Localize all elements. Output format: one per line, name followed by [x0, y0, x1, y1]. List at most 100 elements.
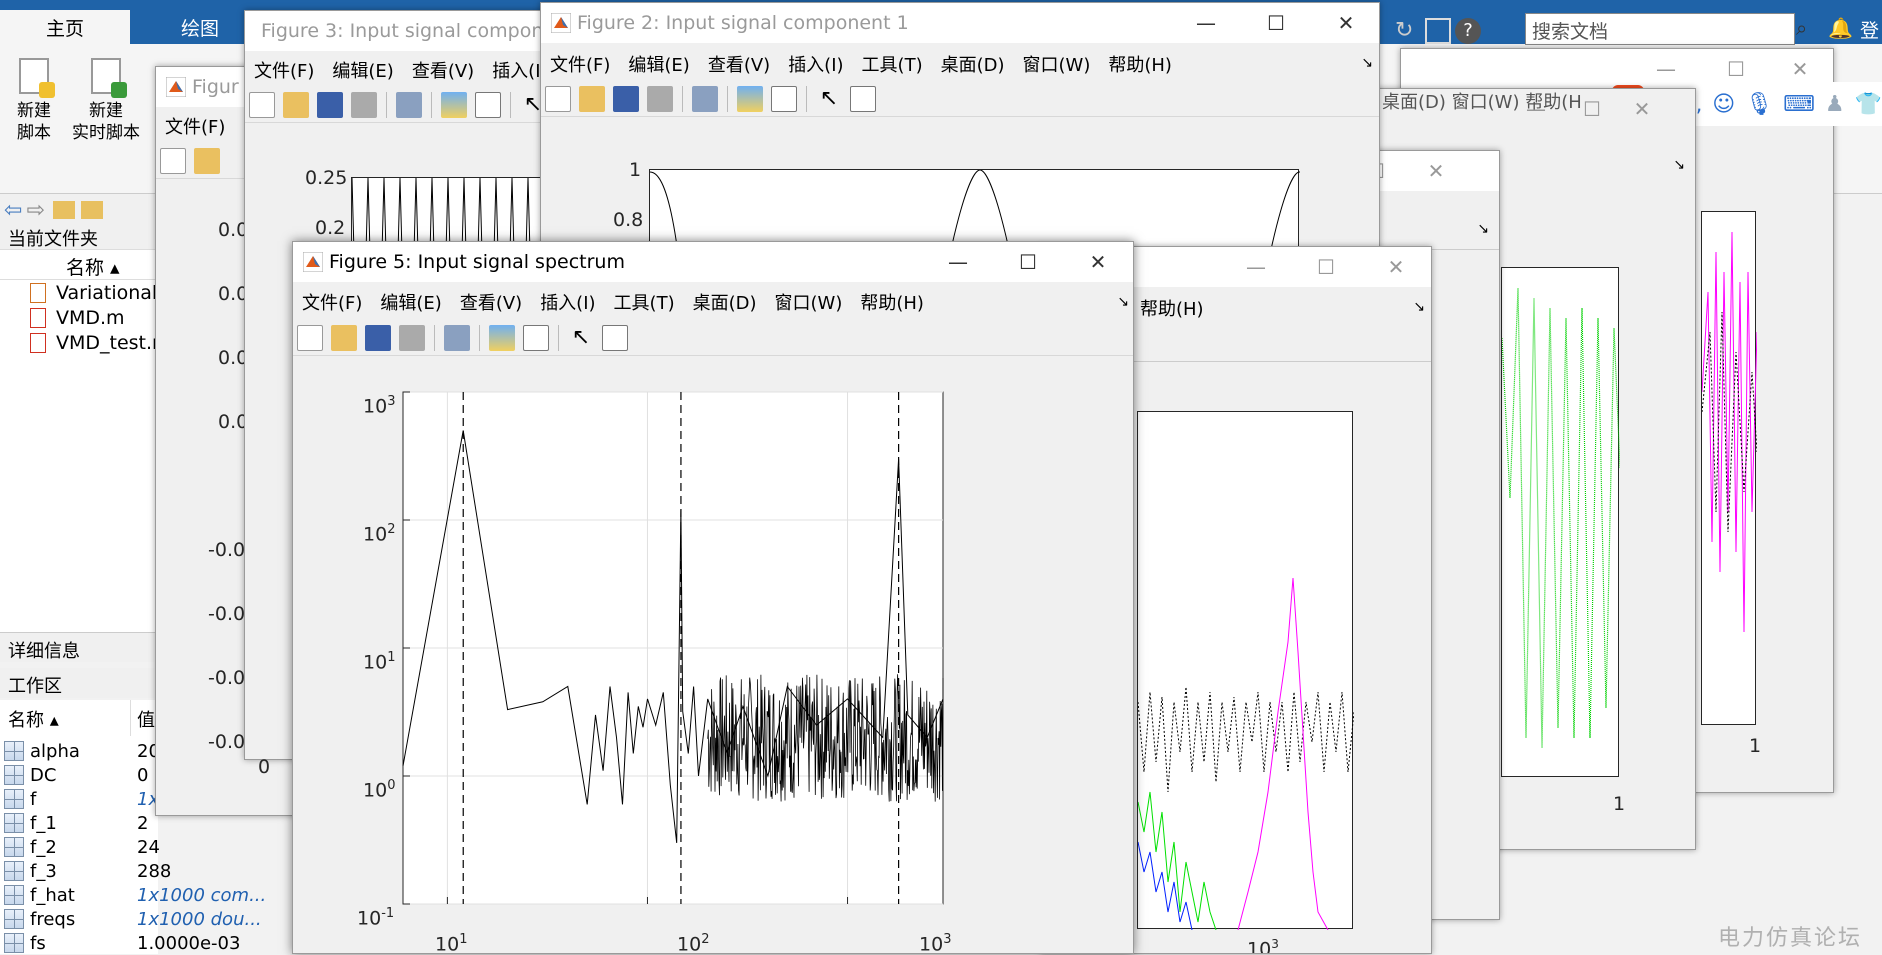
maximize-button[interactable]: ☐ [993, 242, 1063, 282]
close-button[interactable]: ✕ [1607, 89, 1677, 129]
dock-arrow-icon[interactable]: ↘ [1673, 157, 1685, 173]
legend-icon[interactable] [771, 85, 797, 112]
spectrum-plot[interactable] [293, 356, 1134, 954]
property-inspector-icon[interactable] [602, 324, 628, 351]
dock-arrow-icon[interactable]: ↘ [1117, 294, 1129, 310]
browse-folder-icon[interactable] [80, 201, 103, 219]
emoji-icon[interactable]: ☺ [1712, 92, 1735, 117]
menu-item[interactable]: 查看(V) [699, 51, 779, 77]
plot-axes[interactable] [1137, 411, 1355, 931]
menu-item[interactable]: 帮助(H) [851, 289, 933, 315]
new-figure-icon[interactable] [160, 147, 186, 174]
user-icon[interactable]: ♟ [1825, 92, 1845, 117]
details-header[interactable]: 详细信息 [0, 632, 158, 662]
property-inspector-icon[interactable] [850, 85, 876, 112]
menu-item[interactable]: 工具(T) [853, 51, 932, 77]
keyboard-icon[interactable]: ⌨ [1783, 92, 1815, 117]
close-button[interactable]: ✕ [1063, 242, 1133, 282]
menu-item[interactable]: 文件(F) [541, 51, 619, 77]
open-file-icon[interactable] [331, 324, 357, 351]
new-figure-icon[interactable] [249, 91, 275, 118]
new-figure-icon[interactable] [545, 85, 571, 112]
bell-icon[interactable]: 🔔 [1828, 16, 1853, 42]
print-icon[interactable] [399, 324, 425, 351]
ws-name-header[interactable]: 名称 ▴ [8, 706, 59, 732]
maximize-button[interactable]: ☐ [1291, 247, 1361, 287]
link-plot-icon[interactable] [444, 324, 470, 351]
close-button[interactable]: ✕ [1361, 247, 1431, 287]
up-folder-icon[interactable] [52, 201, 75, 219]
save-icon[interactable] [613, 85, 639, 112]
menu-item[interactable]: 桌面(D) [932, 51, 1014, 77]
menu-item[interactable]: 编辑(E) [619, 51, 698, 77]
new-live-script-button[interactable]: 新建 实时脚本 [66, 58, 146, 158]
menu-item[interactable]: 帮助(H) [1131, 295, 1213, 321]
plot-axes[interactable] [1701, 211, 1758, 725]
ws-variable-row[interactable]: fs 1.0000e-03 [0, 931, 260, 955]
new-figure-icon[interactable] [297, 324, 323, 351]
ws-variable-row[interactable]: f_2 24 [0, 835, 260, 859]
file-list-header[interactable]: 名称 ▴ [0, 250, 157, 280]
colorbar-icon[interactable] [737, 85, 763, 112]
colorbar-icon[interactable] [489, 324, 515, 351]
print-icon[interactable] [647, 85, 673, 112]
pointer-icon[interactable]: ↖ [568, 325, 594, 351]
menu-item[interactable]: 文件(F) [156, 113, 234, 139]
save-icon[interactable] [317, 91, 343, 118]
dock-arrow-icon[interactable]: ↘ [1361, 55, 1373, 71]
figure-window-5[interactable]: Figure 5: Input signal spectrum — ☐ ✕ 文件… [292, 241, 1134, 954]
minimize-button[interactable]: — [923, 242, 993, 282]
file-item[interactable]: VMD.m [30, 307, 125, 329]
menu-item[interactable]: 查看(V) [403, 57, 483, 83]
menu-item[interactable]: 窗口(W) [766, 289, 852, 315]
maximize-button[interactable]: ☐ [1241, 3, 1311, 43]
ws-value-header[interactable]: 值 [137, 706, 155, 732]
figure-titlebar[interactable]: Figure 2: Input signal component 1 — ☐ ✕ [541, 3, 1379, 43]
mic-icon[interactable]: 🎙 [1745, 92, 1773, 117]
colorbar-icon[interactable] [441, 91, 467, 118]
refresh-icon[interactable]: ↻ [1395, 18, 1421, 44]
search-icon[interactable]: ⌕ [1796, 16, 1818, 42]
new-script-button[interactable]: 新建 脚本 [8, 58, 60, 158]
menu-item[interactable]: 帮助(H) [1099, 51, 1181, 77]
open-file-icon[interactable] [283, 91, 309, 118]
menu-item[interactable]: 窗口(W) [1014, 51, 1100, 77]
dock-arrow-icon[interactable]: ↘ [1477, 221, 1489, 237]
minimize-button[interactable]: — [1221, 247, 1291, 287]
tab-home[interactable]: 主页 [0, 10, 130, 44]
help-icon[interactable]: ? [1455, 18, 1481, 44]
back-arrow-icon[interactable]: ⇦ [4, 198, 22, 223]
menu-item[interactable]: 插入(I) [531, 289, 604, 315]
save-icon[interactable] [365, 324, 391, 351]
menu-item[interactable]: 插入(I) [779, 51, 852, 77]
close-button[interactable]: ✕ [1311, 3, 1379, 43]
menu-item[interactable]: 查看(V) [451, 289, 531, 315]
forward-arrow-icon[interactable]: ⇨ [26, 198, 44, 223]
menu-item[interactable]: 编辑(E) [323, 57, 402, 83]
file-item[interactable]: VMD_test.m [30, 332, 171, 354]
open-file-icon[interactable] [579, 85, 605, 112]
legend-icon[interactable] [523, 324, 549, 351]
legend-icon[interactable] [475, 91, 501, 118]
dock-arrow-icon[interactable]: ↘ [1413, 299, 1425, 315]
ws-variable-row[interactable]: f_hat 1x1000 com... [0, 883, 266, 907]
open-file-icon[interactable] [194, 147, 220, 174]
link-plot-icon[interactable] [396, 91, 422, 118]
login-label[interactable]: 登 [1860, 16, 1882, 42]
tab-plots[interactable]: 绘图 [140, 10, 260, 44]
skin-icon[interactable]: 👕 [1855, 92, 1882, 117]
plot-axes[interactable] [1501, 267, 1621, 777]
menu-item[interactable]: 工具(T) [605, 289, 684, 315]
window-icon[interactable] [1425, 18, 1451, 44]
menu-item[interactable]: 文件(F) [293, 289, 371, 315]
print-icon[interactable] [351, 91, 377, 118]
close-button[interactable]: ✕ [1401, 151, 1471, 191]
pointer-icon[interactable]: ↖ [816, 86, 842, 112]
menu-item[interactable]: 文件(F) [245, 57, 323, 83]
figure-titlebar[interactable]: Figure 5: Input signal spectrum — ☐ ✕ [293, 242, 1133, 282]
ws-variable-row[interactable]: f_3 288 [0, 859, 260, 883]
menu-item[interactable]: 编辑(E) [371, 289, 450, 315]
link-plot-icon[interactable] [692, 85, 718, 112]
figure-titlebar[interactable]: Figure 3: Input signal component [245, 11, 563, 51]
file-item[interactable]: Variational [30, 282, 157, 304]
